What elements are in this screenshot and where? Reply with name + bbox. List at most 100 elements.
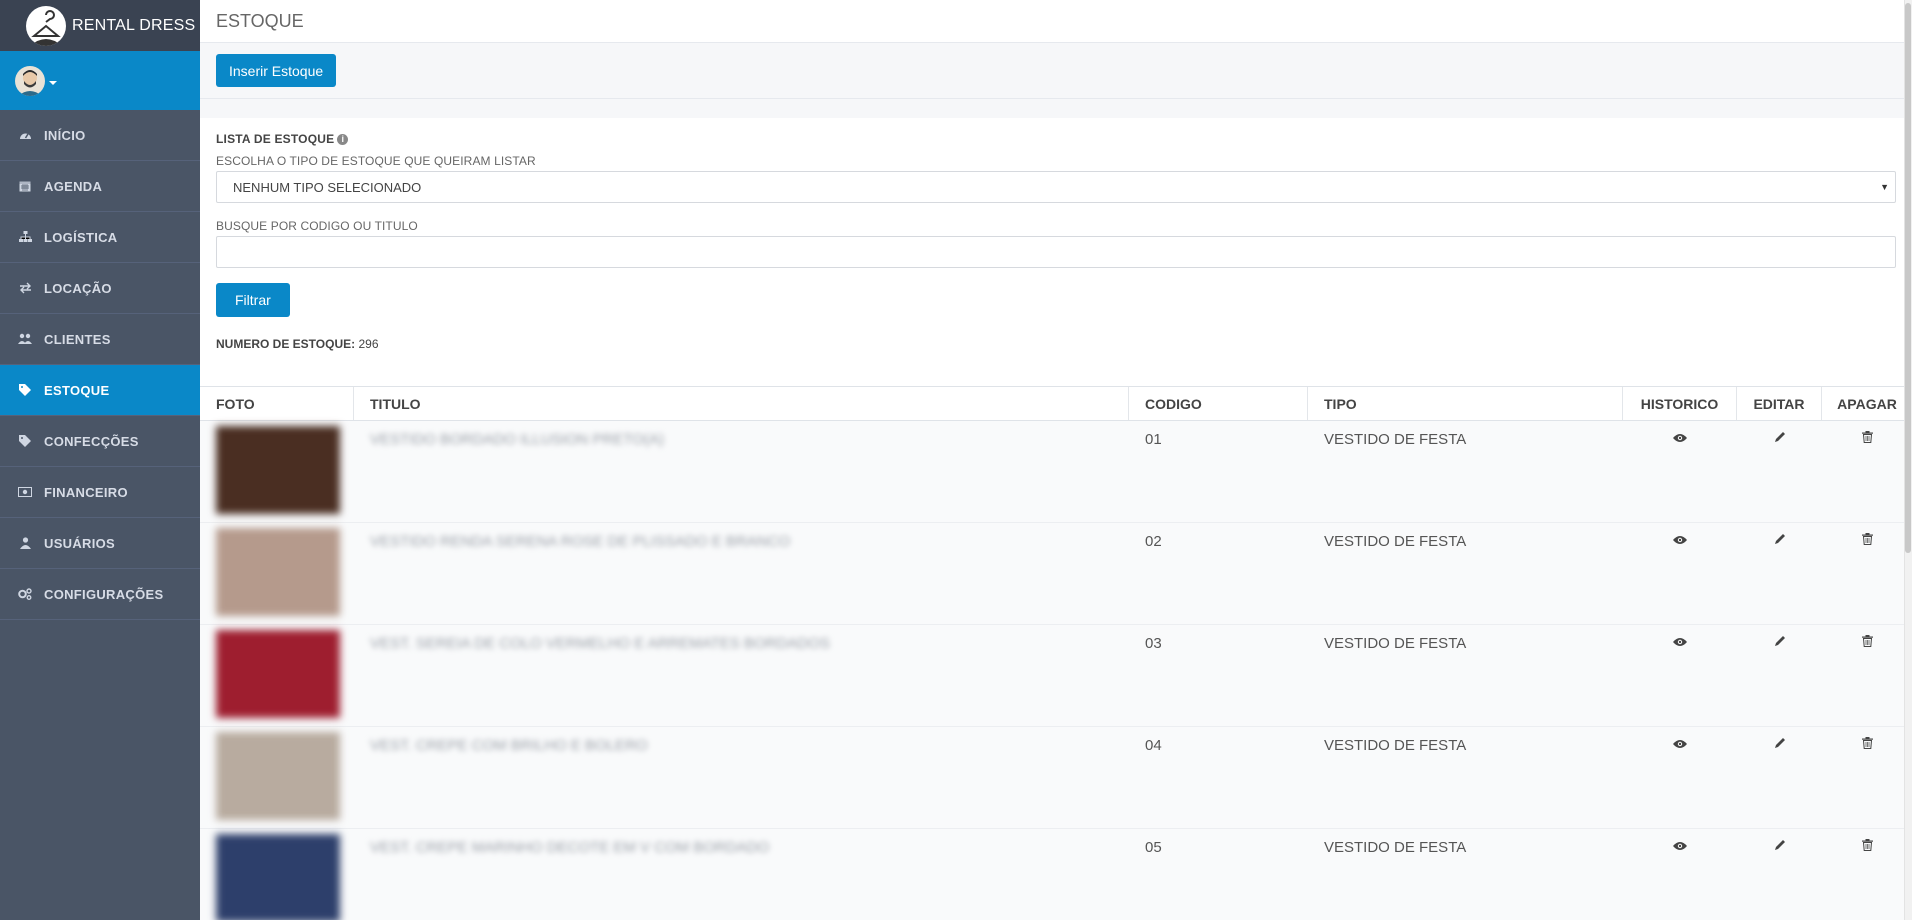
code-cell: 04 xyxy=(1145,737,1162,754)
delete-cell xyxy=(1822,829,1912,920)
edit-cell xyxy=(1737,421,1822,522)
product-thumbnail[interactable] xyxy=(216,528,340,616)
pencil-icon[interactable] xyxy=(1774,737,1786,828)
table-body: VESTIDO BORDADO ILLUSION PRETO(A) 01 VESTI… xyxy=(200,421,1912,920)
filter-panel: LISTA DE ESTOQUE i ESCOLHA O TIPO DE EST… xyxy=(200,118,1912,351)
history-cell xyxy=(1623,421,1737,522)
table-row: VESTIDO BORDADO ILLUSION PRETO(A) 01 VESTI… xyxy=(200,421,1912,523)
product-thumbnail[interactable] xyxy=(216,630,340,718)
sidebar-item-agenda[interactable]: AGENDA xyxy=(0,161,200,212)
trash-icon[interactable] xyxy=(1861,737,1873,828)
product-thumbnail[interactable] xyxy=(216,426,340,514)
insert-stock-button[interactable]: Inserir Estoque xyxy=(216,54,337,87)
toolbar: Inserir Estoque xyxy=(200,43,1912,99)
photo-cell xyxy=(200,625,354,726)
pencil-icon[interactable] xyxy=(1774,635,1786,726)
column-header-tipo: TIPO xyxy=(1308,387,1623,420)
brand[interactable]: RENTAL DRESS xyxy=(0,0,200,51)
type-cell: VESTIDO DE FESTA xyxy=(1324,533,1467,550)
type-select[interactable]: NENHUM TIPO SELECIONADO ▼ xyxy=(216,171,1896,203)
eye-icon[interactable] xyxy=(1673,839,1687,920)
chevron-down-icon: ▼ xyxy=(1880,182,1889,192)
history-cell xyxy=(1623,625,1737,726)
sidebar-item-label: FINANCEIRO xyxy=(44,484,128,500)
pencil-icon[interactable] xyxy=(1774,533,1786,624)
product-thumbnail[interactable] xyxy=(216,834,340,920)
pencil-icon[interactable] xyxy=(1774,839,1786,920)
sidebar-item-configuracoes[interactable]: CONFIGURAÇÕES xyxy=(0,569,200,620)
stock-count-label: NUMERO DE ESTOQUE: xyxy=(216,337,356,351)
tag-icon xyxy=(18,434,32,448)
eye-icon[interactable] xyxy=(1673,431,1687,522)
code-cell: 05 xyxy=(1145,839,1162,856)
history-cell xyxy=(1623,727,1737,828)
sidebar: RENTAL DRESS INÍCIO AGENDA LOGÍSTICA LOC… xyxy=(0,0,200,920)
sidebar-item-estoque[interactable]: ESTOQUE xyxy=(0,365,200,416)
stock-count-value: 296 xyxy=(358,337,379,351)
users-icon xyxy=(18,332,32,346)
edit-cell xyxy=(1737,625,1822,726)
search-input[interactable] xyxy=(216,236,1896,268)
table-row: VESTIDO RENDA SERENA ROSE DE PLISSADO E … xyxy=(200,523,1912,625)
sidebar-item-locacao[interactable]: LOCAÇÃO xyxy=(0,263,200,314)
sidebar-item-confeccoes[interactable]: CONFECÇÕES xyxy=(0,416,200,467)
exchange-icon xyxy=(18,281,32,295)
chevron-down-icon[interactable] xyxy=(49,80,57,85)
eye-icon[interactable] xyxy=(1673,737,1687,828)
brand-name: RENTAL DRESS xyxy=(72,16,196,34)
section-title: LISTA DE ESTOQUE i xyxy=(216,132,1896,146)
table-row: VEST. CREPE COM BRILHO E BOLERO 04 VESTIDO… xyxy=(200,727,1912,829)
history-cell xyxy=(1623,829,1737,920)
sidebar-item-clientes[interactable]: CLIENTES xyxy=(0,314,200,365)
user-menu[interactable] xyxy=(0,51,200,110)
column-header-titulo: TITULO xyxy=(354,387,1129,420)
stock-count: NUMERO DE ESTOQUE: 296 xyxy=(216,337,1896,351)
search-label: BUSQUE POR CODIGO OU TITULO xyxy=(216,219,418,233)
type-cell: VESTIDO DE FESTA xyxy=(1324,737,1467,754)
scrollbar-thumb[interactable] xyxy=(1905,3,1911,553)
column-header-historico: HISTORICO xyxy=(1623,387,1737,420)
sidebar-item-label: ESTOQUE xyxy=(44,382,110,398)
history-cell xyxy=(1623,523,1737,624)
product-title: VESTIDO BORDADO ILLUSION PRETO(A) xyxy=(370,431,664,448)
sidebar-item-label: USUÁRIOS xyxy=(44,535,116,551)
sidebar-item-usuarios[interactable]: USUÁRIOS xyxy=(0,518,200,569)
code-cell: 01 xyxy=(1145,431,1162,448)
product-title: VEST. CREPE MARINHO DECOTE EM V COM BORD… xyxy=(370,839,770,856)
code-cell: 03 xyxy=(1145,635,1162,652)
code-cell: 02 xyxy=(1145,533,1162,550)
eye-icon[interactable] xyxy=(1673,533,1687,624)
sidebar-item-label: CLIENTES xyxy=(44,331,111,347)
sidebar-item-logistica[interactable]: LOGÍSTICA xyxy=(0,212,200,263)
table-header: FOTO TITULO CODIGO TIPO HISTORICO EDITAR… xyxy=(200,386,1912,421)
trash-icon[interactable] xyxy=(1861,533,1873,624)
column-header-foto: FOTO xyxy=(200,387,354,420)
info-icon[interactable]: i xyxy=(337,133,349,145)
product-thumbnail[interactable] xyxy=(216,732,340,820)
scrollbar[interactable] xyxy=(1904,0,1912,920)
sidebar-item-label: LOCAÇÃO xyxy=(44,280,112,296)
sidebar-item-financeiro[interactable]: FINANCEIRO xyxy=(0,467,200,518)
page-title: ESTOQUE xyxy=(200,0,1912,43)
photo-cell xyxy=(200,727,354,828)
sidebar-item-label: CONFECÇÕES xyxy=(44,433,139,449)
type-select-label: ESCOLHA O TIPO DE ESTOQUE QUE QUEIRAM LI… xyxy=(216,154,536,168)
edit-cell xyxy=(1737,829,1822,920)
column-header-apagar: APAGAR xyxy=(1837,395,1897,412)
type-cell: VESTIDO DE FESTA xyxy=(1324,839,1467,856)
trash-icon[interactable] xyxy=(1861,839,1873,920)
type-cell: VESTIDO DE FESTA xyxy=(1324,431,1467,448)
trash-icon[interactable] xyxy=(1861,431,1873,522)
trash-icon[interactable] xyxy=(1861,635,1873,726)
delete-cell xyxy=(1822,421,1912,522)
pencil-icon[interactable] xyxy=(1774,431,1786,522)
eye-icon[interactable] xyxy=(1673,635,1687,726)
hanger-logo-icon xyxy=(26,5,66,46)
calendar-icon xyxy=(18,179,32,193)
filter-button[interactable]: Filtrar xyxy=(216,283,290,317)
edit-cell xyxy=(1737,727,1822,828)
dashboard-icon xyxy=(18,128,32,142)
photo-cell xyxy=(200,523,354,624)
table-row: VEST. CREPE MARINHO DECOTE EM V COM BORD… xyxy=(200,829,1912,920)
sidebar-item-inicio[interactable]: INÍCIO xyxy=(0,110,200,161)
